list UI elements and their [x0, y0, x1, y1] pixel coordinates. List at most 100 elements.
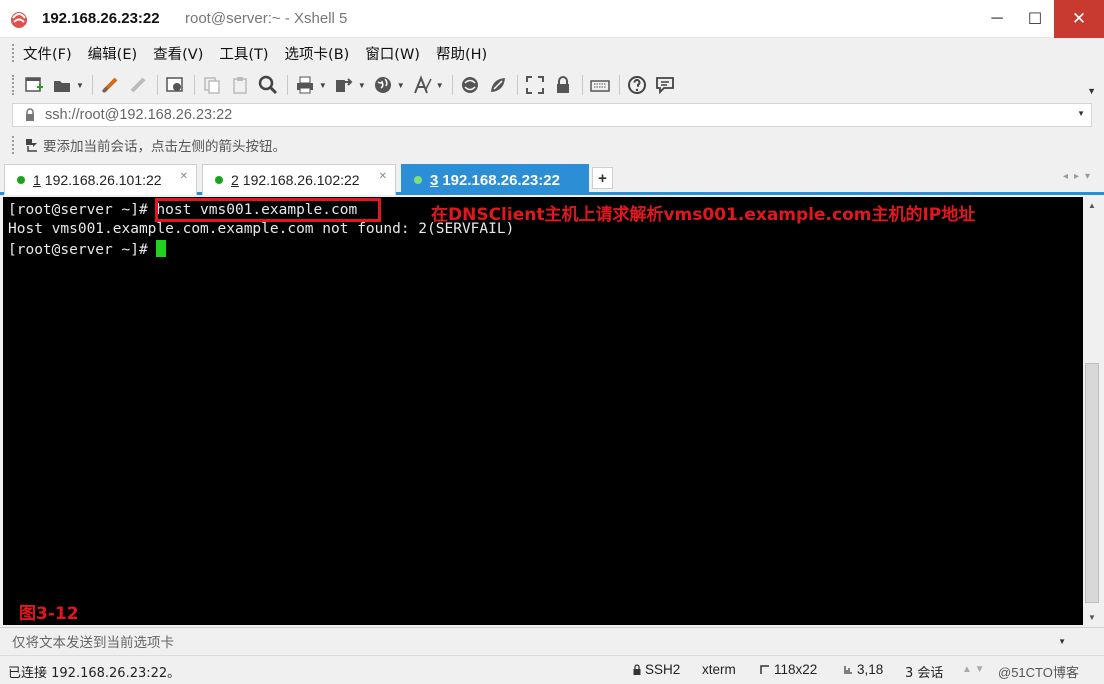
address-dropdown-icon[interactable]: ▼	[1077, 109, 1085, 118]
tab-session-2[interactable]: 2 192.168.26.102:22 ✕	[202, 164, 396, 195]
hint-grip	[12, 136, 15, 154]
terminal-size: 118x22	[760, 662, 817, 677]
tab-number: 1	[33, 172, 41, 188]
scroll-arrows-icon[interactable]: ▲ ▼	[962, 664, 985, 675]
title-bar: 192.168.26.23:22 root@server:~ - Xshell …	[0, 0, 1104, 38]
scroll-down-icon[interactable]: ▼	[1083, 609, 1101, 625]
reconnect-icon[interactable]	[99, 74, 121, 96]
menu-edit[interactable]: 编辑(E)	[88, 43, 137, 64]
copy-icon[interactable]	[201, 74, 223, 96]
protocol-label: SSH2	[645, 662, 681, 677]
add-session-arrow-icon[interactable]	[25, 138, 39, 152]
xmanager-icon[interactable]	[487, 74, 509, 96]
connected-status-icon	[17, 176, 25, 184]
menu-grip	[12, 44, 15, 62]
xshell-logo-icon	[11, 12, 27, 28]
tab-bar: 1 192.168.26.101:22 ✕ 2 192.168.26.102:2…	[0, 161, 1104, 195]
menu-file[interactable]: 文件(F)	[23, 43, 72, 64]
close-icon: ✕	[1071, 9, 1087, 28]
globe-icon[interactable]	[372, 74, 394, 96]
window-title-app: root@server:~ - Xshell 5	[185, 10, 348, 27]
toolbar-separator	[193, 75, 195, 95]
tab-session-3[interactable]: 3 192.168.26.23:22	[401, 164, 589, 195]
new-tab-button[interactable]: +	[592, 167, 613, 189]
tab-close-icon[interactable]: ✕	[379, 171, 387, 182]
command-highlight-box	[155, 198, 381, 222]
session-count: 3 会话	[905, 666, 944, 681]
minimize-icon: ─	[991, 10, 1003, 27]
protocol-status: SSH2	[632, 662, 680, 677]
shell-prompt: [root@server ~]#	[8, 202, 157, 218]
terminal-size-value: 118x22	[774, 662, 818, 677]
menu-window[interactable]: 窗口(W)	[365, 43, 420, 64]
cursor-position-icon	[844, 666, 852, 674]
scrollbar-thumb[interactable]	[1085, 363, 1099, 603]
properties-icon[interactable]	[164, 74, 186, 96]
lock-icon	[633, 664, 641, 675]
connected-status-icon	[215, 176, 223, 184]
tab-number: 2	[231, 172, 239, 188]
menu-bar: 文件(F) 编辑(E) 查看(V) 工具(T) 选项卡(B) 窗口(W) 帮助(…	[0, 38, 1104, 68]
toolbar-grip	[12, 75, 15, 95]
toolbar-overflow-icon[interactable]: ▼	[1087, 86, 1096, 96]
compose-target-label[interactable]: 仅将文本发送到当前选项卡	[12, 631, 174, 651]
open-folder-icon[interactable]	[51, 74, 73, 96]
help-icon[interactable]	[626, 74, 648, 96]
toolbar-separator	[581, 75, 583, 95]
terminal-line-3: [root@server ~]#	[8, 240, 167, 258]
keyboard-icon[interactable]	[589, 74, 611, 96]
tab-label: 192.168.26.23:22	[442, 171, 560, 189]
font-icon[interactable]	[411, 74, 433, 96]
find-icon[interactable]	[257, 74, 279, 96]
tab-session-1[interactable]: 1 192.168.26.101:22 ✕	[4, 164, 197, 195]
lock-icon	[26, 108, 34, 121]
address-bar[interactable]: ssh://root@192.168.26.23:22 ▼	[12, 103, 1092, 127]
menu-help[interactable]: 帮助(H)	[436, 43, 487, 64]
cursor-position-value: 3,18	[857, 662, 884, 677]
window-title-host: 192.168.26.23:22	[42, 10, 160, 27]
print-dropdown-icon[interactable]: ▼	[319, 81, 327, 90]
cursor-position: 3,18	[843, 662, 883, 677]
session-hint-bar: 要添加当前会话，点击左侧的箭头按钮。	[0, 131, 1104, 159]
plus-icon: +	[598, 169, 607, 187]
globe-dropdown-icon[interactable]: ▼	[397, 81, 405, 90]
connected-status-icon	[414, 176, 422, 184]
terminal-cursor	[156, 240, 167, 257]
menu-view[interactable]: 查看(V)	[153, 43, 203, 64]
terminal-type: xterm	[702, 662, 736, 677]
terminal-scrollbar[interactable]: ▲ ▼	[1083, 197, 1101, 625]
toolbar-separator	[286, 75, 288, 95]
transfer-icon[interactable]	[333, 74, 355, 96]
new-session-icon[interactable]	[23, 74, 45, 96]
tab-close-icon[interactable]: ✕	[180, 171, 188, 182]
toolbar: ▼ ▼ ▼ ▼ ▼ ▼	[0, 68, 1104, 102]
scroll-up-icon[interactable]: ▲	[1083, 197, 1101, 213]
address-value[interactable]: ssh://root@192.168.26.23:22	[45, 107, 232, 123]
maximize-button[interactable]: ☐	[1016, 0, 1054, 38]
transfer-dropdown-icon[interactable]: ▼	[358, 81, 366, 90]
print-icon[interactable]	[294, 74, 316, 96]
watermark-credit: @51CTO博客	[998, 665, 1079, 680]
tab-scroll-arrows-icon[interactable]: ◂▸▾	[1063, 171, 1096, 182]
xftp-icon[interactable]	[459, 74, 481, 96]
compose-dropdown-icon[interactable]: ▼	[1058, 637, 1066, 646]
compose-bar[interactable]: 仅将文本发送到当前选项卡 ▼	[0, 627, 1104, 653]
fullscreen-icon[interactable]	[524, 74, 546, 96]
toolbar-separator	[516, 75, 518, 95]
menu-tabs[interactable]: 选项卡(B)	[285, 43, 350, 64]
chat-icon[interactable]	[654, 74, 676, 96]
resize-icon	[760, 665, 769, 674]
terminal-screen[interactable]: [root@server ~]# host vms001.example.com…	[3, 197, 1083, 625]
minimize-button[interactable]: ─	[978, 0, 1016, 38]
menu-tools[interactable]: 工具(T)	[219, 43, 268, 64]
font-dropdown-icon[interactable]: ▼	[436, 81, 444, 90]
paste-icon[interactable]	[229, 74, 251, 96]
tab-number: 3	[430, 171, 439, 189]
toolbar-separator	[451, 75, 453, 95]
maximize-icon: ☐	[1027, 11, 1043, 28]
lock-icon[interactable]	[552, 74, 574, 96]
open-dropdown-icon[interactable]: ▼	[76, 81, 84, 90]
disconnect-icon[interactable]	[127, 74, 149, 96]
session-hint-text: 要添加当前会话，点击左侧的箭头按钮。	[43, 139, 286, 155]
close-button[interactable]: ✕	[1054, 0, 1104, 38]
